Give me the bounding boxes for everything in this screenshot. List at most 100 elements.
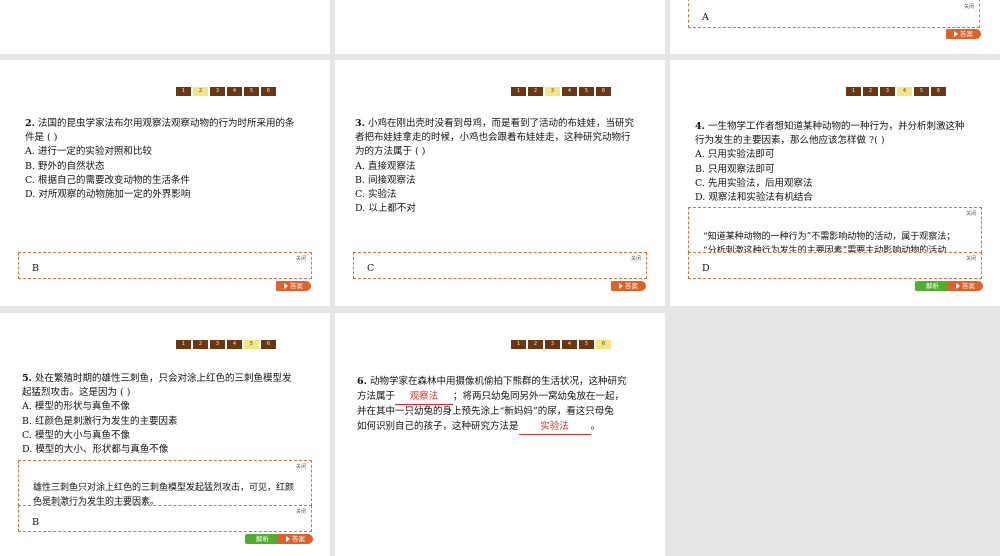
answer-button[interactable]: 答案 [946, 29, 981, 39]
stem-text: ；将两只幼兔同另外一窝幼兔放在一起， [453, 390, 625, 402]
page-nav: 1 2 3 4 5 6 [176, 87, 276, 96]
stem-line: 一生物学工作者想知道某种动物的一种行为，并分析刺激这种 [707, 121, 965, 132]
option-d: D. 以上都不对 [355, 203, 416, 215]
stem-text: 。 [590, 420, 601, 432]
stem-text: 如何识别自己的孩子，这种研究方法是 [357, 420, 519, 432]
close-button[interactable]: 关闭 [631, 255, 641, 262]
answer-button[interactable]: 答案 [276, 281, 311, 291]
stem-line: 件是 ( ) [25, 132, 58, 144]
page-4-button[interactable]: 4 [562, 87, 577, 96]
explanation-line: “知道某种动物的一种行为”不需影响动物的活动，属于观察法； [703, 232, 956, 242]
page-5-button[interactable]: 5 [579, 87, 594, 96]
page-1-button[interactable]: 1 [176, 87, 191, 96]
page-6-button[interactable]: 6 [261, 340, 276, 349]
stem-line: 起猛烈攻击。这是因为 ( ) [22, 387, 131, 399]
question-text: 4. 一生物学工作者想知道某种动物的一种行为，并分析刺激这种 行为发生的主要因素… [695, 120, 995, 205]
page-5-button[interactable]: 5 [579, 340, 594, 349]
page-3-button[interactable]: 3 [210, 340, 225, 349]
page-5-button[interactable]: 5 [244, 87, 259, 96]
option-c: C. 实验法 [355, 189, 397, 201]
stem-line: 动物学家在森林中用摄像机偷拍下熊群的生活状况，这种研究 [369, 376, 627, 387]
question-text: 6. 动物学家在森林中用摄像机偷拍下熊群的生活状况，这种研究 方法属于 观察法 ；将… [357, 375, 660, 435]
page-1-button[interactable]: 1 [511, 340, 526, 349]
close-button[interactable]: 关闭 [296, 508, 306, 515]
page-3-button[interactable]: 3 [210, 87, 225, 96]
page-5-button[interactable]: 5 [244, 340, 259, 349]
page-4-button[interactable]: 4 [227, 340, 242, 349]
slide-top-right: 关闭 A 答案 [670, 0, 1000, 54]
question-number: 5 [22, 373, 29, 384]
explanation-button[interactable]: 解析 [245, 534, 280, 544]
blank-answer-2: 实验法 [518, 420, 591, 435]
answer-text: B [32, 517, 39, 528]
answer-button-label: 答案 [290, 282, 303, 290]
explanation-button[interactable]: 解析 [915, 281, 950, 291]
play-icon [286, 536, 290, 542]
page-2-button[interactable]: 2 [528, 87, 543, 96]
answer-button-label: 答案 [962, 282, 975, 290]
stem-line: 法国的昆虫学家法布尔用观察法观察动物的行为时所采用的条 [37, 118, 295, 129]
option-b: B. 红颜色是刺激行为发生的主要因素 [22, 415, 178, 427]
slide-question-3: 1 2 3 4 5 6 3. 小鸡在刚出壳时没看到母鸡，而是看到了活动的布娃娃，… [335, 60, 665, 306]
page-6-button[interactable]: 6 [261, 87, 276, 96]
answer-box: 关闭 D [688, 252, 982, 279]
answer-button[interactable]: 答案 [611, 281, 646, 291]
page-2-button[interactable]: 2 [863, 87, 878, 96]
close-button[interactable]: 关闭 [296, 255, 306, 262]
explanation-text: “知道某种动物的一种行为”不需影响动物的活动，属于观察法； “分析刺激这种行为发… [703, 230, 971, 252]
option-d: D. 模型的大小、形状都与真鱼不像 [22, 444, 169, 456]
slide-question-4: 1 2 3 4 5 6 4. 一生物学工作者想知道某种动物的一种行为，并分析刺激… [670, 60, 1000, 306]
page-4-button[interactable]: 4 [227, 87, 242, 96]
close-button[interactable]: 关闭 [964, 3, 974, 10]
answer-button[interactable]: 答案 [948, 281, 983, 291]
answer-button-label: 答案 [960, 30, 973, 38]
question-number: 2 [25, 118, 32, 129]
page-2-button[interactable]: 2 [193, 87, 208, 96]
close-button[interactable]: 关闭 [966, 255, 976, 262]
page-nav: 1 2 3 4 5 6 [846, 87, 946, 96]
slide-top-middle [335, 0, 665, 54]
answer-button-label: 答案 [292, 535, 305, 543]
explanation-box: 关闭 雄性三刺鱼只对涂上红色的三刺鱼模型发起猛烈攻击，可见，红颜 色是刺激行为发… [18, 460, 312, 506]
page-4-button[interactable]: 4 [897, 87, 912, 96]
stem-line: 小鸡在刚出壳时没看到母鸡，而是看到了活动的布娃娃，当研究 [367, 118, 634, 129]
option-b: B. 只用观察法即可 [695, 163, 775, 175]
page-6-button[interactable]: 6 [596, 87, 611, 96]
page-3-button[interactable]: 3 [880, 87, 895, 96]
answer-text: C [367, 263, 375, 274]
stem-line: 为的方法属于 ( ) [355, 146, 426, 158]
page-2-button[interactable]: 2 [528, 340, 543, 349]
option-a: A. 直接观察法 [355, 160, 416, 172]
option-a: A. 进行一定的实验对照和比较 [25, 146, 152, 158]
stem-line: 处在繁殖时期的雄性三刺鱼，只会对涂上红色的三刺鱼模型发 [34, 373, 292, 384]
page-4-button[interactable]: 4 [562, 340, 577, 349]
page-5-button[interactable]: 5 [914, 87, 929, 96]
question-text: 2. 法国的昆虫学家法布尔用观察法观察动物的行为时所采用的条 件是 ( ) A.… [25, 117, 325, 202]
page-3-button[interactable]: 3 [545, 340, 560, 349]
page-1-button[interactable]: 1 [511, 87, 526, 96]
play-icon [954, 31, 958, 37]
answer-box: 关闭 A [688, 0, 980, 28]
option-b: B. 间接观察法 [355, 174, 416, 186]
play-icon [619, 283, 623, 289]
page-6-button[interactable]: 6 [596, 340, 611, 349]
page-3-button[interactable]: 3 [545, 87, 560, 96]
play-icon [956, 283, 960, 289]
answer-box: 关闭 B [18, 252, 312, 279]
empty-area [670, 313, 1000, 556]
slide-question-5: 1 2 3 4 5 6 5. 处在繁殖时期的雄性三刺鱼，只会对涂上红色的三刺鱼模… [0, 313, 330, 556]
close-button[interactable]: 关闭 [296, 463, 306, 470]
page-1-button[interactable]: 1 [176, 340, 191, 349]
slide-question-6: 1 2 3 4 5 6 6. 动物学家在森林中用摄像机偷拍下熊群的生活状况，这种… [335, 313, 665, 556]
question-number: 6 [357, 376, 364, 387]
stem-line: 者把布娃娃拿走的时候，小鸡也会跟着布娃娃走，这种研究动物行 [355, 132, 631, 144]
page-2-button[interactable]: 2 [193, 340, 208, 349]
slide-top-left [0, 0, 330, 54]
answer-box: 关闭 B [18, 505, 312, 532]
answer-button[interactable]: 答案 [278, 534, 313, 544]
stem-line: 行为发生的主要因素，那么他应该怎样做 ?( ) [695, 135, 885, 147]
page-6-button[interactable]: 6 [931, 87, 946, 96]
close-button[interactable]: 关闭 [966, 210, 976, 217]
page-1-button[interactable]: 1 [846, 87, 861, 96]
slide-question-2: 1 2 3 4 5 6 2. 法国的昆虫学家法布尔用观察法观察动物的行为时所采用… [0, 60, 330, 306]
